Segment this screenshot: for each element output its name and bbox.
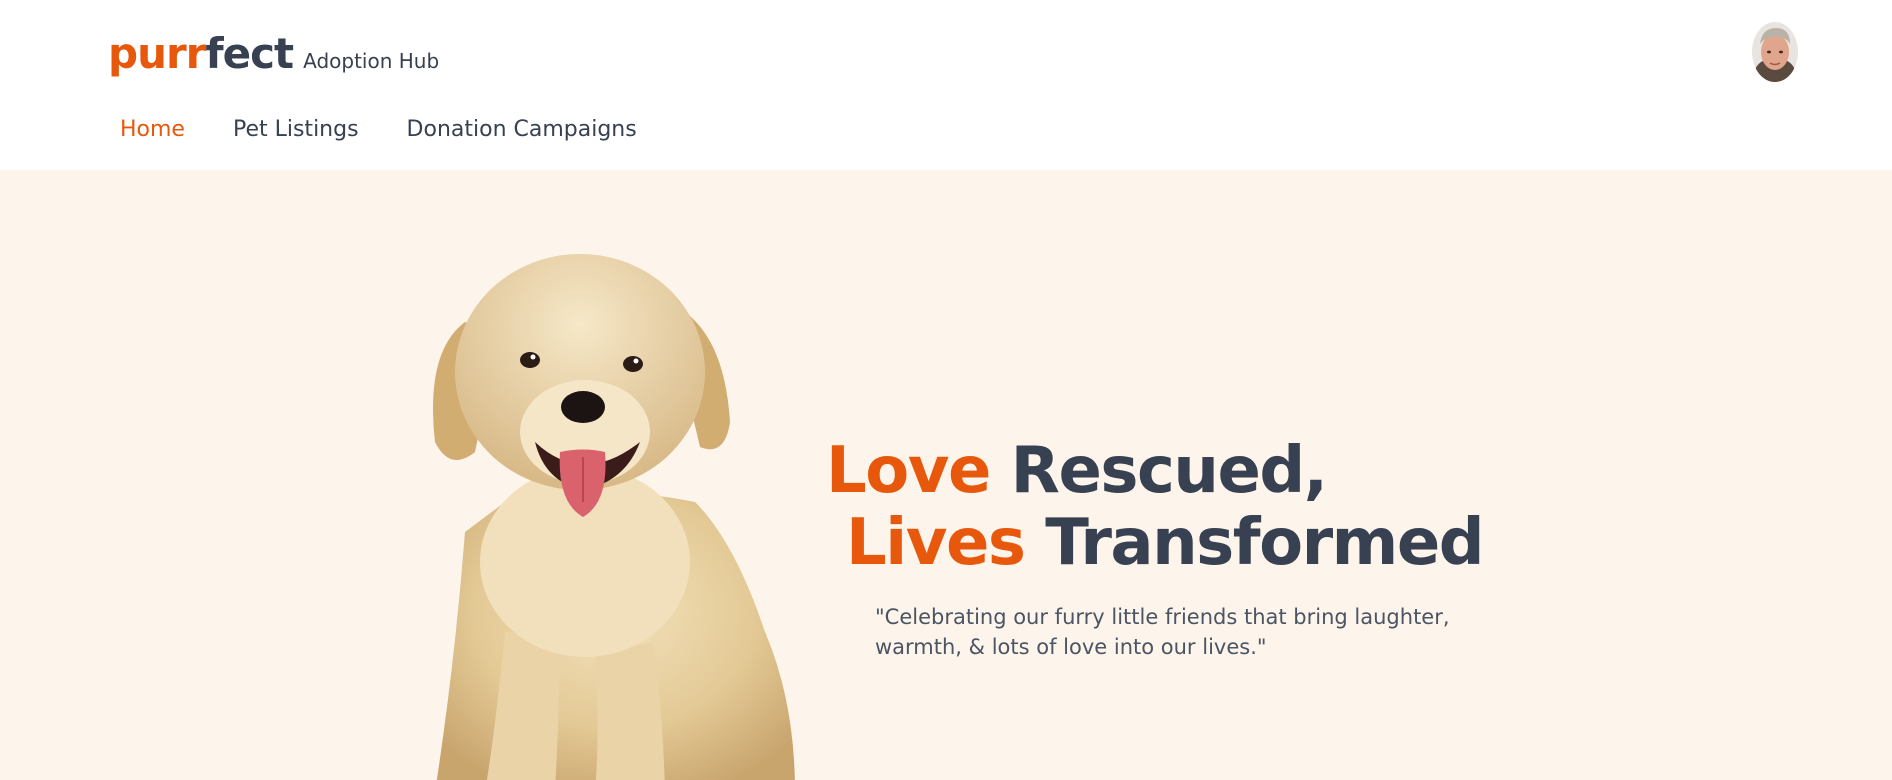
hero-headline: Love Rescued, Lives Transformed xyxy=(826,435,1485,580)
user-avatar[interactable] xyxy=(1752,22,1798,82)
hero-quote: "Celebrating our furry little friends th… xyxy=(875,605,1450,659)
nav-item-home[interactable]: Home xyxy=(120,112,185,148)
headline-line-2: Lives Transformed xyxy=(826,506,1485,580)
logo-text-fect: fect xyxy=(205,29,294,78)
logo-text-purr: purr xyxy=(108,29,206,78)
hero-section: Love Rescued, Lives Transformed "Celebra… xyxy=(0,170,1892,780)
headline-line-1: Love Rescued, xyxy=(826,435,1483,507)
nav-item-donation-campaigns[interactable]: Donation Campaigns xyxy=(407,112,637,148)
headline-transformed: Transformed xyxy=(1045,506,1484,580)
avatar-icon xyxy=(1752,22,1798,82)
headline-love: Love xyxy=(826,434,991,508)
nav-item-pet-listings[interactable]: Pet Listings xyxy=(233,112,359,148)
headline-rescued: Rescued, xyxy=(1010,434,1328,508)
headline-lives: Lives xyxy=(846,506,1026,580)
brand-logo[interactable]: purr fect Adoption Hub xyxy=(108,30,439,78)
main-nav: Home Pet Listings Donation Campaigns xyxy=(108,112,637,148)
site-header: purr fect Adoption Hub Home Pet Listings… xyxy=(0,0,1892,170)
logo-subtitle: Adoption Hub xyxy=(303,49,440,73)
golden-retriever-puppy-image xyxy=(433,254,795,780)
